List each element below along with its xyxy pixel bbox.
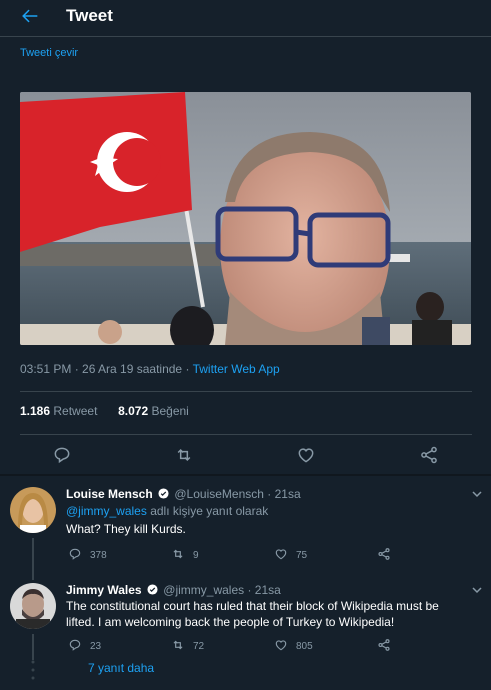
- like-count[interactable]: 8.072: [118, 404, 148, 418]
- handle-and-time[interactable]: @jimmy_wales · 21sa: [163, 583, 281, 597]
- section-divider: [0, 474, 491, 476]
- retweet-label[interactable]: Retweet: [53, 404, 97, 418]
- chevron-down-icon[interactable]: [472, 586, 482, 594]
- avatar[interactable]: [10, 583, 56, 629]
- back-button[interactable]: [18, 5, 42, 27]
- page-title: Tweet: [66, 6, 113, 25]
- thread-line: [32, 634, 34, 660]
- share-action[interactable]: [377, 638, 399, 652]
- header-bar: Tweet: [0, 0, 491, 37]
- reply-count: 378: [90, 550, 107, 561]
- reply-action[interactable]: 23: [68, 638, 101, 652]
- retweet-button[interactable]: [174, 445, 194, 465]
- share-button[interactable]: [419, 445, 439, 465]
- like-action[interactable]: 805: [274, 638, 313, 652]
- tweet-photo[interactable]: [20, 92, 471, 345]
- reply-icon: [69, 639, 81, 651]
- like-label[interactable]: Beğeni: [151, 404, 188, 418]
- retweet-action[interactable]: 72: [171, 638, 204, 652]
- share-icon: [378, 548, 390, 560]
- divider: [20, 434, 472, 435]
- share-icon: [421, 446, 437, 464]
- verified-badge-icon: [158, 488, 169, 499]
- handle-and-time[interactable]: @LouiseMensch · 21sa: [174, 487, 300, 501]
- timestamp-text: 03:51 PM · 26 Ara 19 saatinde ·: [20, 362, 193, 376]
- retweet-count: 72: [193, 641, 205, 652]
- like-action[interactable]: 75: [274, 547, 307, 561]
- replying-to: @jimmy_wales adlı kişiye yanıt olarak: [66, 504, 268, 518]
- tweet-timestamp: 03:51 PM · 26 Ara 19 saatinde · Twitter …: [20, 362, 280, 376]
- reply-author[interactable]: Jimmy Wales @jimmy_wales · 21sa: [66, 583, 281, 597]
- share-action[interactable]: [377, 547, 399, 561]
- source-link[interactable]: Twitter Web App: [193, 362, 280, 376]
- chevron-down-icon[interactable]: [472, 490, 482, 498]
- avatar[interactable]: [10, 487, 56, 533]
- reply-count: 23: [90, 641, 102, 652]
- divider: [20, 391, 472, 392]
- retweet-icon: [177, 448, 191, 462]
- retweet-action[interactable]: 9: [171, 547, 199, 561]
- like-count: 805: [296, 641, 313, 652]
- replying-text: adlı kişiye yanıt olarak: [146, 504, 269, 518]
- tweet-stats: 1.186 Retweet 8.072 Beğeni: [20, 404, 189, 418]
- reply-text: What? They kill Kurds.: [66, 522, 186, 536]
- retweet-count[interactable]: 1.186: [20, 404, 50, 418]
- retweet-icon: [173, 549, 183, 559]
- mention-link[interactable]: @jimmy_wales: [66, 504, 147, 518]
- more-dots-icon: [31, 660, 35, 680]
- thread-line: [32, 538, 34, 580]
- display-name[interactable]: Jimmy Wales: [66, 583, 142, 597]
- retweet-count: 9: [193, 550, 199, 561]
- more-replies-link[interactable]: 7 yanıt daha: [88, 661, 154, 675]
- share-icon: [378, 639, 390, 651]
- heart-icon: [275, 549, 287, 560]
- arrow-left-icon: [22, 9, 38, 23]
- reply-button[interactable]: [52, 445, 72, 465]
- reply-action[interactable]: 378: [68, 547, 107, 561]
- retweet-icon: [173, 640, 183, 650]
- reply-text: The constitutional court has ruled that …: [66, 599, 439, 629]
- like-button[interactable]: [296, 445, 316, 465]
- translate-tweet-link[interactable]: Tweeti çevir: [20, 47, 78, 59]
- display-name[interactable]: Louise Mensch: [66, 487, 153, 501]
- verified-badge-icon: [147, 584, 158, 595]
- heart-icon: [275, 640, 287, 651]
- like-count: 75: [296, 550, 308, 561]
- heart-icon: [298, 448, 314, 463]
- reply-author[interactable]: Louise Mensch @LouiseMensch · 21sa: [66, 487, 301, 501]
- reply-icon: [69, 548, 81, 560]
- reply-icon: [54, 447, 70, 464]
